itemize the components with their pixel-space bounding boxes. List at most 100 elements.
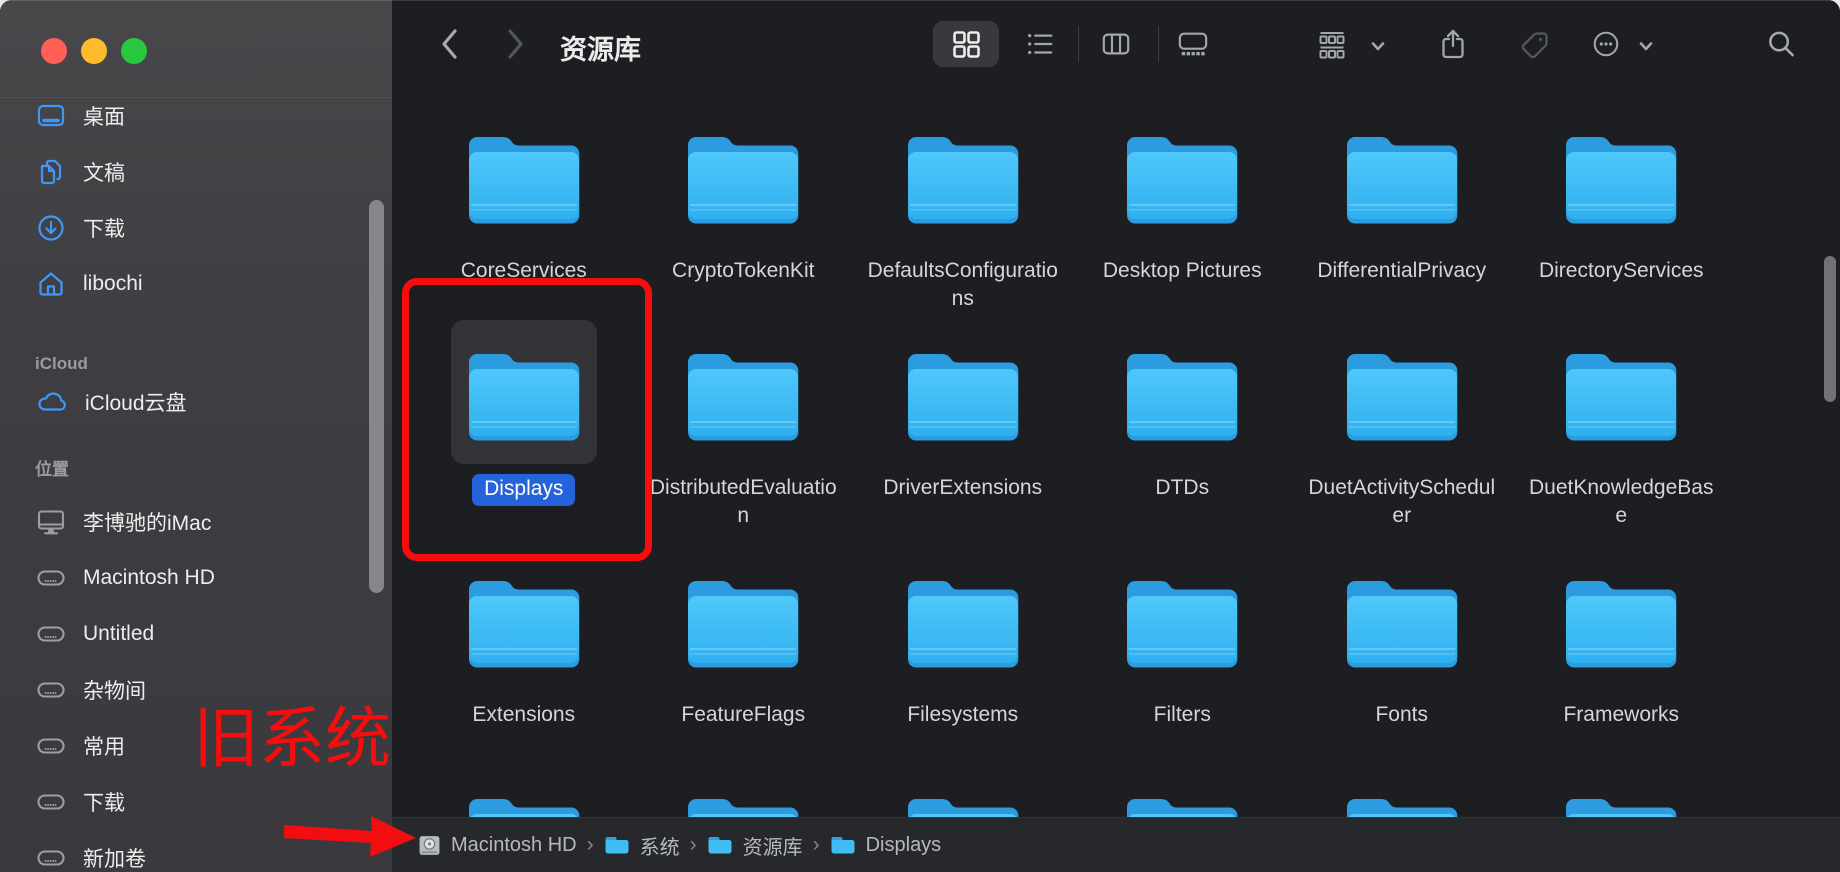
desktop-icon xyxy=(36,102,66,130)
folder-item[interactable]: Filters xyxy=(1073,572,1293,729)
path-separator: › xyxy=(812,833,820,856)
path-bar: Macintosh HD › 系统 › 资源库 › Displays xyxy=(392,817,1840,872)
path-item-system[interactable]: 系统 xyxy=(604,831,680,860)
zoom-button[interactable] xyxy=(121,38,147,64)
folder-label: DirectoryServices xyxy=(1538,259,1704,282)
folder-item[interactable]: FeatureFlags xyxy=(634,572,854,729)
sidebar-item-label: 常用 xyxy=(83,736,125,759)
download-icon xyxy=(36,213,66,243)
more-options-button[interactable] xyxy=(1591,29,1621,59)
folder-icon xyxy=(1343,572,1461,669)
sidebar-item-untitled[interactable]: Untitled xyxy=(0,606,392,662)
page-title: 资源库 xyxy=(560,35,641,65)
share-button[interactable] xyxy=(1437,27,1469,61)
toolbar-divider xyxy=(1158,26,1159,62)
folder-label: Filters xyxy=(1153,703,1211,726)
folder-label: Extensions xyxy=(472,703,576,726)
drive-icon xyxy=(36,847,66,869)
list-view-button[interactable] xyxy=(1025,29,1055,59)
gallery-view-button[interactable] xyxy=(1178,29,1208,59)
sidebar-item-label: 下载 xyxy=(83,792,125,815)
chevron-left-icon xyxy=(442,29,457,59)
folder-item[interactable]: Fonts xyxy=(1292,572,1512,729)
sidebar-item-imac[interactable]: 李博驰的iMac xyxy=(0,494,392,550)
folder-item[interactable]: DistributedEvaluation xyxy=(634,345,854,530)
grid-view-icon xyxy=(953,31,980,58)
annotation-arrow xyxy=(284,816,416,857)
sidebar-scrollbar-thumb[interactable] xyxy=(369,200,384,593)
folder-item[interactable]: Extensions xyxy=(414,572,634,729)
forward-button[interactable] xyxy=(501,26,529,62)
documents-icon xyxy=(36,157,66,187)
toolbar-divider xyxy=(1078,26,1079,62)
folder-item[interactable]: DuetActivityScheduler xyxy=(1292,345,1512,530)
folder-icon xyxy=(904,128,1022,225)
folder-icon xyxy=(1123,572,1241,669)
columns-view-button[interactable] xyxy=(1101,29,1131,59)
list-view-icon xyxy=(1028,33,1053,55)
sidebar-item-desktop[interactable]: 桌面 xyxy=(0,88,392,144)
folder-item[interactable]: DifferentialPrivacy xyxy=(1292,128,1512,313)
search-button[interactable] xyxy=(1766,28,1797,60)
sidebar-item-macintosh-hd[interactable]: Macintosh HD xyxy=(0,550,392,606)
group-chevron[interactable] xyxy=(1370,38,1386,54)
sidebar-item-label: Macintosh HD xyxy=(83,566,215,589)
sidebar-item-label: libochi xyxy=(83,272,143,295)
drive-icon xyxy=(36,735,66,757)
path-label: Displays xyxy=(865,833,942,856)
close-button[interactable] xyxy=(41,38,67,64)
folder-item[interactable]: Filesystems xyxy=(853,572,1073,729)
folder-item[interactable]: DuetKnowledgeBase xyxy=(1512,345,1732,530)
sidebar-item-downloads[interactable]: 下载 xyxy=(0,200,392,256)
minimize-button[interactable] xyxy=(81,38,107,64)
tag-button[interactable] xyxy=(1519,29,1551,61)
path-label: 资源库 xyxy=(742,836,803,859)
drive-icon xyxy=(36,623,66,645)
group-button[interactable] xyxy=(1316,29,1348,61)
folder-label: Desktop Pictures xyxy=(1102,259,1262,282)
folder-item[interactable]: Desktop Pictures xyxy=(1073,128,1293,313)
path-label: Macintosh HD xyxy=(451,833,577,856)
folder-item[interactable]: DefaultsConfigurations xyxy=(853,128,1073,313)
path-item-displays[interactable]: Displays xyxy=(830,833,942,857)
sidebar-item-home[interactable]: libochi xyxy=(0,256,392,312)
folder-label: FeatureFlags xyxy=(681,703,806,726)
folder-icon xyxy=(1562,128,1680,225)
path-separator: › xyxy=(586,833,594,856)
folder-label: CryptoTokenKit xyxy=(672,259,815,282)
folder-item[interactable]: Frameworks xyxy=(1512,572,1732,729)
group-icon xyxy=(1319,32,1345,59)
sidebar-section-locations: 位置 xyxy=(35,460,69,479)
path-item-macintosh-hd[interactable]: Macintosh HD xyxy=(418,834,577,857)
folder-label: DistributedEvaluation xyxy=(649,476,837,527)
sidebar-section-icloud: iCloud xyxy=(35,354,88,373)
sidebar-item-icloud-drive[interactable]: iCloud云盘 xyxy=(0,374,392,430)
content-scrollbar-thumb[interactable] xyxy=(1824,256,1836,402)
columns-view-icon xyxy=(1102,33,1130,55)
folder-icon xyxy=(684,345,802,442)
finder-window: 桌面 文稿 下载 libochi iCloud iCloud云盘 位置 李博驰的… xyxy=(0,0,1840,872)
folder-item[interactable]: DirectoryServices xyxy=(1512,128,1732,313)
folder-icon xyxy=(904,345,1022,442)
folder-label: DuetActivityScheduler xyxy=(1308,476,1496,527)
sidebar-item-label: iCloud云盘 xyxy=(85,392,187,415)
folder-icon xyxy=(465,128,583,225)
sidebar-item-label: Untitled xyxy=(83,622,155,645)
folder-item[interactable]: DriverExtensions xyxy=(853,345,1073,530)
folder-label: DuetKnowledgeBase xyxy=(1529,476,1714,527)
sidebar-item-label: 下载 xyxy=(83,218,125,241)
sidebar-item-documents[interactable]: 文稿 xyxy=(0,144,392,200)
annotation-box xyxy=(402,278,652,561)
folder-item[interactable]: DTDs xyxy=(1073,345,1293,530)
path-item-library[interactable]: 资源库 xyxy=(707,831,803,860)
folder-label: DTDs xyxy=(1155,476,1210,499)
folder-item[interactable]: CryptoTokenKit xyxy=(634,128,854,313)
grid-view-button[interactable] xyxy=(933,21,999,67)
folder-label: Frameworks xyxy=(1563,703,1679,726)
more-chevron[interactable] xyxy=(1638,38,1654,54)
chevron-down-icon xyxy=(1371,42,1385,51)
back-button[interactable] xyxy=(436,26,464,62)
gallery-view-icon xyxy=(1178,32,1208,56)
folder-icon xyxy=(465,572,583,669)
folder-icon xyxy=(707,835,733,856)
